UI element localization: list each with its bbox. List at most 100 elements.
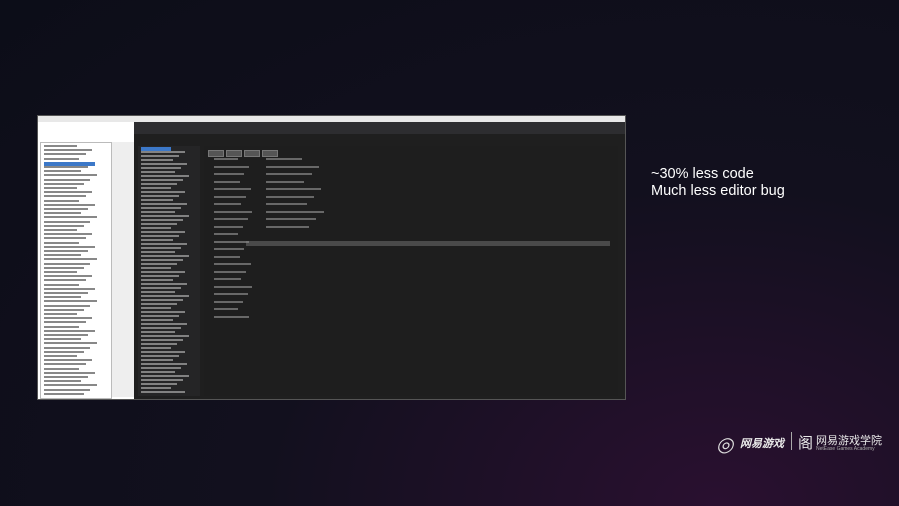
property-form[interactable] [204,146,618,396]
list-row[interactable] [44,279,86,282]
list-row[interactable] [44,157,80,160]
list-row[interactable] [44,262,91,265]
list-row[interactable] [44,371,95,374]
list-row[interactable] [44,199,80,202]
toolbar-button[interactable] [226,150,242,157]
list-row[interactable] [214,263,251,265]
list-row[interactable] [44,380,82,383]
list-row[interactable] [141,267,171,269]
list-row[interactable] [141,315,179,317]
list-row[interactable] [214,218,248,220]
list-row[interactable] [44,325,80,328]
list-row[interactable] [141,171,175,173]
list-row[interactable] [44,359,93,362]
list-row[interactable] [141,207,181,209]
list-row[interactable] [141,243,187,245]
list-row[interactable] [141,331,175,333]
add-button-bar[interactable] [246,241,610,246]
list-row[interactable] [141,227,171,229]
list-row[interactable] [44,212,82,215]
list-row[interactable] [214,203,242,205]
list-row[interactable] [141,327,181,329]
list-row[interactable] [44,145,77,147]
list-row[interactable] [44,245,95,248]
list-row[interactable] [266,203,307,205]
list-row[interactable] [141,351,185,353]
list-row[interactable] [141,195,179,197]
list-row[interactable] [141,167,181,169]
list-row[interactable] [214,240,250,243]
list-row[interactable] [44,233,93,236]
list-row[interactable] [141,203,187,205]
list-row[interactable] [214,248,245,250]
list-row[interactable] [141,347,171,349]
list-row[interactable] [44,271,77,273]
list-row[interactable] [214,308,238,310]
list-row[interactable] [44,241,80,244]
list-row[interactable] [44,388,91,391]
list-row[interactable] [44,308,84,311]
list-row[interactable] [44,283,80,286]
list-row[interactable] [141,383,177,385]
toolbar-button[interactable] [208,150,224,157]
list-row[interactable] [141,371,175,373]
list-row[interactable] [214,173,245,175]
list-row[interactable] [141,363,187,365]
list-row[interactable] [266,225,310,228]
list-row[interactable] [44,254,82,257]
toolbar-button[interactable] [244,150,260,157]
list-row[interactable] [141,287,181,289]
list-row[interactable] [214,195,246,198]
list-row[interactable] [141,231,185,233]
list-row[interactable] [44,182,84,185]
list-row[interactable] [44,384,97,387]
toolbar-button[interactable] [262,150,278,157]
list-row[interactable] [214,293,248,295]
list-row[interactable] [141,187,171,189]
list-row[interactable] [141,271,185,273]
list-row[interactable] [141,299,183,301]
list-row[interactable] [44,338,82,341]
list-row[interactable] [141,251,175,253]
list-row[interactable] [141,191,185,193]
list-row[interactable] [44,203,95,206]
list-row[interactable] [266,180,305,183]
list-row[interactable] [44,321,86,324]
list-row[interactable] [44,149,93,152]
list-row[interactable] [214,180,240,183]
list-row[interactable] [44,342,97,345]
list-row[interactable] [44,229,77,231]
list-row[interactable] [141,279,173,281]
list-row[interactable] [44,275,93,278]
list-row[interactable] [141,367,181,369]
list-row[interactable] [44,266,84,269]
id-list[interactable] [138,146,200,396]
list-row[interactable] [214,225,243,228]
list-row[interactable] [44,237,86,240]
list-row[interactable] [44,208,88,210]
list-row[interactable] [141,263,177,265]
list-row[interactable] [44,367,80,370]
list-row[interactable] [141,323,187,325]
list-row[interactable] [141,199,173,201]
list-row[interactable] [141,215,189,217]
list-row[interactable] [266,218,317,220]
list-row[interactable] [141,183,177,185]
list-row[interactable] [44,216,97,219]
list-row[interactable] [266,210,324,213]
list-row[interactable] [44,191,93,194]
list-row[interactable] [141,335,189,337]
list-row[interactable] [44,304,91,307]
list-row[interactable] [141,339,183,341]
list-row[interactable] [141,219,183,221]
list-row[interactable] [141,247,181,249]
list-row[interactable] [266,195,314,198]
list-row[interactable] [141,255,189,257]
list-row[interactable] [44,292,88,294]
list-row[interactable] [141,163,187,165]
list-row[interactable] [44,334,88,336]
list-row[interactable] [141,291,175,293]
list-row[interactable] [44,346,91,349]
list-row[interactable] [141,275,179,277]
list-row[interactable] [141,159,173,161]
